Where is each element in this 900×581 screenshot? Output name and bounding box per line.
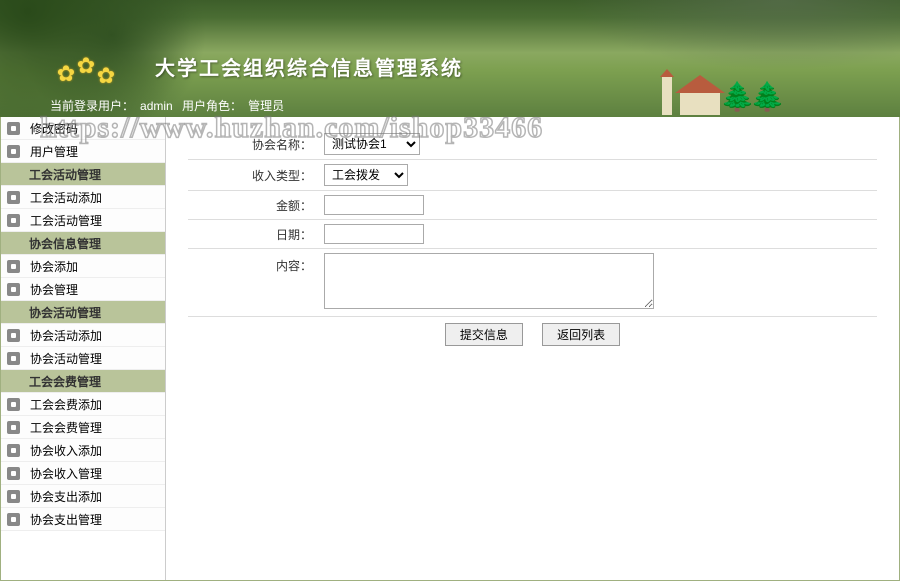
sidebar-header-label: 协会信息管理 xyxy=(29,235,101,252)
sidebar-header-label: 工会活动管理 xyxy=(29,166,101,183)
sidebar-item[interactable]: 协会活动添加 xyxy=(1,324,165,347)
sidebar-item-label: 工会会费添加 xyxy=(30,396,102,413)
sidebar-item[interactable]: 协会收入添加 xyxy=(1,439,165,462)
date-input[interactable] xyxy=(324,224,424,244)
sidebar-item[interactable]: 协会添加 xyxy=(1,255,165,278)
page-title: 大学工会组织综合信息管理系统 xyxy=(155,52,463,81)
sidebar-item-label: 工会活动管理 xyxy=(30,212,102,229)
login-user-label: 当前登录用户： xyxy=(50,99,134,113)
sidebar-header-label: 协会活动管理 xyxy=(29,304,101,321)
sidebar-item-label: 工会会费管理 xyxy=(30,419,102,436)
bullet-icon xyxy=(7,191,20,204)
sidebar-item-label: 协会支出管理 xyxy=(30,511,102,528)
user-role-label: 用户角色： xyxy=(182,99,242,113)
sidebar-item-label: 协会活动添加 xyxy=(30,327,102,344)
bullet-icon xyxy=(7,444,20,457)
sidebar-header: 工会活动管理 xyxy=(1,163,165,186)
bullet-icon xyxy=(7,398,20,411)
sidebar-item-label: 协会活动管理 xyxy=(30,350,102,367)
bullet-icon xyxy=(7,490,20,503)
sidebar-header: 协会活动管理 xyxy=(1,301,165,324)
sidebar-header: 工会会费管理 xyxy=(1,370,165,393)
banner-trees: 🌲🌲 xyxy=(720,80,780,113)
flower-icon xyxy=(95,65,117,87)
assoc-name-label: 协会名称： xyxy=(188,129,318,160)
sidebar-item[interactable]: 工会会费管理 xyxy=(1,416,165,439)
sidebar-item[interactable]: 协会支出管理 xyxy=(1,508,165,531)
assoc-name-select[interactable]: 测试协会1 xyxy=(324,133,420,155)
login-user-value: admin xyxy=(140,99,173,113)
income-type-select[interactable]: 工会拨发 xyxy=(324,164,408,186)
bullet-icon xyxy=(7,467,20,480)
sidebar-item[interactable]: 修改密码 xyxy=(1,117,165,140)
sidebar-header: 协会信息管理 xyxy=(1,232,165,255)
back-button[interactable]: 返回列表 xyxy=(542,323,620,346)
sidebar-item[interactable]: 用户管理 xyxy=(1,140,165,163)
header-banner: 🌲🌲 大学工会组织综合信息管理系统 当前登录用户： admin 用户角色： 管理员 xyxy=(0,0,900,117)
sidebar-item[interactable]: 协会收入管理 xyxy=(1,462,165,485)
sidebar-item-label: 协会管理 xyxy=(30,281,78,298)
submit-button[interactable]: 提交信息 xyxy=(445,323,523,346)
sidebar-item-label: 修改密码 xyxy=(30,120,78,137)
bullet-icon xyxy=(7,260,20,273)
content-textarea[interactable] xyxy=(324,253,654,309)
content-label: 内容： xyxy=(188,249,318,317)
sidebar-item[interactable]: 工会会费添加 xyxy=(1,393,165,416)
income-type-label: 收入类型： xyxy=(188,160,318,191)
bullet-icon xyxy=(7,122,20,135)
sidebar-item[interactable]: 工会活动管理 xyxy=(1,209,165,232)
sidebar-item[interactable]: 协会活动管理 xyxy=(1,347,165,370)
amount-input[interactable] xyxy=(324,195,424,215)
sidebar-item-label: 协会添加 xyxy=(30,258,78,275)
bullet-icon xyxy=(7,352,20,365)
bullet-icon xyxy=(7,214,20,227)
sidebar-header-label: 工会会费管理 xyxy=(29,373,101,390)
date-label: 日期： xyxy=(188,220,318,249)
bullet-icon xyxy=(7,421,20,434)
sidebar-item-label: 协会收入管理 xyxy=(30,465,102,482)
sidebar-item-label: 用户管理 xyxy=(30,143,78,160)
sidebar[interactable]: 修改密码用户管理工会活动管理工会活动添加工会活动管理协会信息管理协会添加协会管理… xyxy=(1,117,166,580)
sidebar-item-label: 协会支出添加 xyxy=(30,488,102,505)
sidebar-item-label: 工会活动添加 xyxy=(30,189,102,206)
sidebar-item[interactable]: 协会管理 xyxy=(1,278,165,301)
main-area: 修改密码用户管理工会活动管理工会活动添加工会活动管理协会信息管理协会添加协会管理… xyxy=(0,117,900,581)
user-info-bar: 当前登录用户： admin 用户角色： 管理员 xyxy=(50,97,290,114)
sidebar-item-label: 协会收入添加 xyxy=(30,442,102,459)
form-table: 协会名称： 测试协会1 收入类型： 工会拨发 金额： xyxy=(188,129,877,317)
amount-label: 金额： xyxy=(188,191,318,220)
bullet-icon xyxy=(7,283,20,296)
sidebar-item[interactable]: 工会活动添加 xyxy=(1,186,165,209)
bullet-icon xyxy=(7,513,20,526)
flower-icon xyxy=(75,55,97,77)
content-pane: 协会名称： 测试协会1 收入类型： 工会拨发 金额： xyxy=(166,117,899,580)
form-button-row: 提交信息 返回列表 xyxy=(188,317,877,346)
bullet-icon xyxy=(7,145,20,158)
bullet-icon xyxy=(7,329,20,342)
user-role-value: 管理员 xyxy=(248,99,284,113)
sidebar-item[interactable]: 协会支出添加 xyxy=(1,485,165,508)
flower-icon xyxy=(55,63,77,85)
